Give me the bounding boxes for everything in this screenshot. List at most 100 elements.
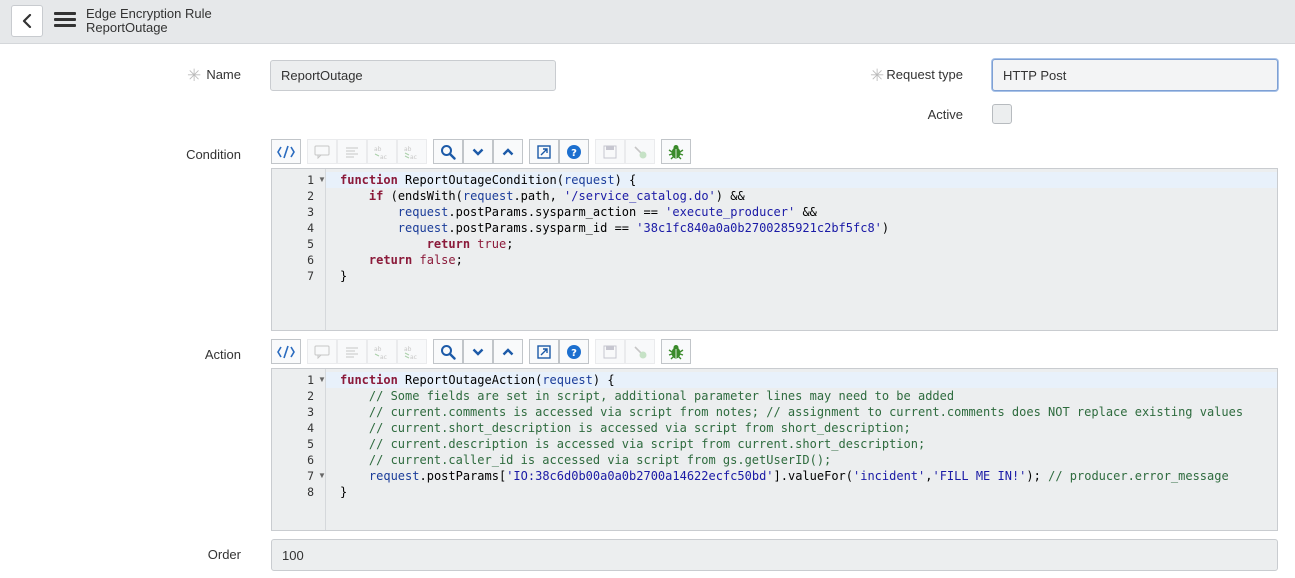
order-field[interactable]: 100: [271, 539, 1278, 571]
save-button[interactable]: [595, 339, 625, 364]
search-icon: [441, 144, 456, 160]
bug-icon: [668, 344, 684, 359]
code-line[interactable]: if (endsWith(request.path, '/service_cat…: [326, 188, 1277, 204]
search-button[interactable]: [433, 339, 463, 364]
save-icon: [603, 145, 617, 158]
search-button[interactable]: [433, 139, 463, 164]
script-debug-button[interactable]: [625, 139, 655, 164]
search-icon: [441, 344, 456, 360]
request-type-label: Request type: [886, 67, 963, 82]
header-subtitle: ReportOutage: [86, 20, 168, 35]
action-code-area[interactable]: function ReportOutageAction(request) { /…: [326, 369, 1277, 530]
condition-script-editor[interactable]: function ReportOutageCondition(request) …: [271, 168, 1278, 331]
line-number: 7: [307, 269, 314, 283]
script-debug-icon: [634, 345, 647, 358]
svg-text:?: ?: [571, 348, 577, 359]
format-code-button[interactable]: [271, 139, 301, 164]
chevron-left-icon: [22, 14, 32, 28]
replace-all-icon: abac: [404, 346, 417, 360]
bug-icon: [668, 144, 684, 159]
replace-button[interactable]: ab ac: [367, 339, 397, 364]
save-button[interactable]: [595, 139, 625, 164]
code-line[interactable]: // Some fields are set in script, additi…: [326, 388, 1277, 404]
svg-text:ab: ab: [404, 346, 412, 353]
condition-code-area[interactable]: function ReportOutageCondition(request) …: [326, 169, 1277, 330]
find-next-button[interactable]: [463, 339, 493, 364]
comment-button[interactable]: [307, 339, 337, 364]
code-line[interactable]: return true;: [326, 236, 1277, 252]
line-number: 8: [307, 485, 314, 499]
fullscreen-button[interactable]: [529, 139, 559, 164]
comment-icon: [314, 145, 330, 159]
line-number: 2: [307, 389, 314, 403]
active-checkbox[interactable]: [992, 104, 1012, 124]
line-number: 3: [307, 205, 314, 219]
line-number: 4: [307, 221, 314, 235]
svg-text:ac: ac: [380, 154, 387, 160]
header-title: Edge Encryption Rule: [86, 6, 212, 21]
svg-text:ac: ac: [380, 354, 387, 360]
active-label: Active: [927, 107, 963, 122]
code-line[interactable]: request.postParams.sysparm_id == '38c1fc…: [326, 220, 1277, 236]
code-line[interactable]: // current.comments is accessed via scri…: [326, 404, 1277, 420]
name-field[interactable]: ReportOutage: [270, 60, 556, 91]
code-line[interactable]: }: [326, 484, 1277, 500]
svg-text:ac: ac: [410, 354, 417, 360]
chevron-up-icon: [502, 147, 514, 155]
action-label: Action: [204, 347, 241, 362]
align-button[interactable]: [337, 139, 367, 164]
line-number: 3: [307, 405, 314, 419]
script-debug-button[interactable]: [625, 339, 655, 364]
svg-text:?: ?: [571, 148, 577, 159]
line-number: 4: [307, 421, 314, 435]
code-line[interactable]: function ReportOutageAction(request) {: [326, 372, 1277, 388]
find-previous-button[interactable]: [493, 139, 523, 164]
help-icon: ?: [567, 344, 581, 359]
debug-button[interactable]: [661, 339, 691, 364]
fullscreen-button[interactable]: [529, 339, 559, 364]
code-line[interactable]: // current.description is accessed via s…: [326, 436, 1277, 452]
code-line[interactable]: request.postParams['IO:38c6d0b00a0a0b270…: [326, 468, 1277, 484]
line-number: 7: [307, 469, 314, 483]
help-button[interactable]: ?: [559, 139, 589, 164]
line-number: 1: [307, 173, 314, 187]
align-button[interactable]: [337, 339, 367, 364]
debug-button[interactable]: [661, 139, 691, 164]
fold-toggle-icon[interactable]: ▼: [318, 172, 326, 188]
replace-all-button[interactable]: ab ac: [397, 139, 427, 164]
action-script-editor[interactable]: function ReportOutageAction(request) { /…: [271, 368, 1278, 531]
fold-toggle-icon[interactable]: ▼: [318, 468, 326, 484]
code-line[interactable]: }: [326, 268, 1277, 284]
replace-icon: abac: [374, 146, 387, 160]
format-code-icon: [277, 345, 295, 358]
find-previous-button[interactable]: [493, 339, 523, 364]
hamburger-menu-icon[interactable]: [54, 12, 76, 30]
condition-toolbar: ab ac ab ac ?: [271, 139, 691, 164]
request-type-field[interactable]: HTTP Post: [992, 59, 1278, 91]
line-number: 5: [307, 437, 314, 451]
replace-button[interactable]: ab ac: [367, 139, 397, 164]
line-number: 6: [307, 453, 314, 467]
line-number: 1: [307, 373, 314, 387]
name-value: ReportOutage: [281, 68, 363, 83]
replace-all-button[interactable]: ab ac: [397, 339, 427, 364]
find-next-button[interactable]: [463, 139, 493, 164]
back-button[interactable]: [11, 5, 43, 37]
code-line[interactable]: // current.short_description is accessed…: [326, 420, 1277, 436]
comment-button[interactable]: [307, 139, 337, 164]
chevron-down-icon: [472, 148, 484, 156]
fold-toggle-icon[interactable]: ▼: [318, 372, 326, 388]
format-code-button[interactable]: [271, 339, 301, 364]
code-line[interactable]: return false;: [326, 252, 1277, 268]
help-button[interactable]: ?: [559, 339, 589, 364]
script-debug-icon: [634, 145, 647, 158]
code-line[interactable]: function ReportOutageCondition(request) …: [326, 172, 1277, 188]
chevron-down-icon: [472, 348, 484, 356]
replace-icon: abac: [374, 346, 387, 360]
code-line[interactable]: // current.caller_id is accessed via scr…: [326, 452, 1277, 468]
code-line[interactable]: request.postParams.sysparm_action == 'ex…: [326, 204, 1277, 220]
align-icon: [346, 147, 358, 157]
fullscreen-icon: [537, 144, 551, 159]
comment-icon: [314, 345, 330, 359]
order-value: 100: [282, 547, 304, 563]
